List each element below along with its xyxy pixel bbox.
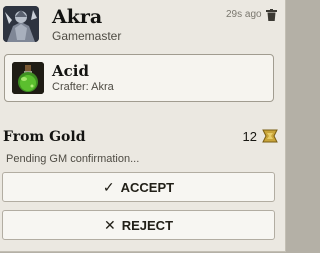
trash-icon[interactable] (266, 8, 277, 21)
reject-button-label: REJECT (121, 217, 174, 233)
payment-source-label: From Gold (3, 129, 86, 145)
green-potion-flask-icon (12, 62, 44, 94)
check-icon: ✓ (102, 178, 115, 195)
accept-button[interactable]: ✓ ACCEPT (2, 172, 275, 202)
sender-role: Gamemaster (52, 29, 122, 43)
sender-avatar[interactable] (3, 6, 39, 42)
item-name: Acid (52, 62, 89, 80)
accept-button-label: ACCEPT (120, 179, 175, 195)
gold-coin-icon (262, 128, 278, 144)
message-header: Akra Gamemaster 29s ago (0, 0, 285, 48)
item-card[interactable]: Acid Crafter: Akra (4, 54, 274, 102)
item-crafter: Crafter: Akra (52, 81, 114, 93)
cost-amount: 12 (242, 129, 257, 144)
status-text: Pending GM confirmation... (6, 153, 140, 165)
armored-figure-avatar-icon (3, 6, 39, 42)
reject-button[interactable]: ✕ REJECT (2, 210, 275, 240)
chat-message-card: Akra Gamemaster 29s ago Acid Crafter: Ak… (0, 0, 286, 252)
close-icon: ✕ (103, 216, 116, 233)
sender-name: Akra (52, 6, 103, 28)
message-timestamp: 29s ago (226, 9, 262, 20)
